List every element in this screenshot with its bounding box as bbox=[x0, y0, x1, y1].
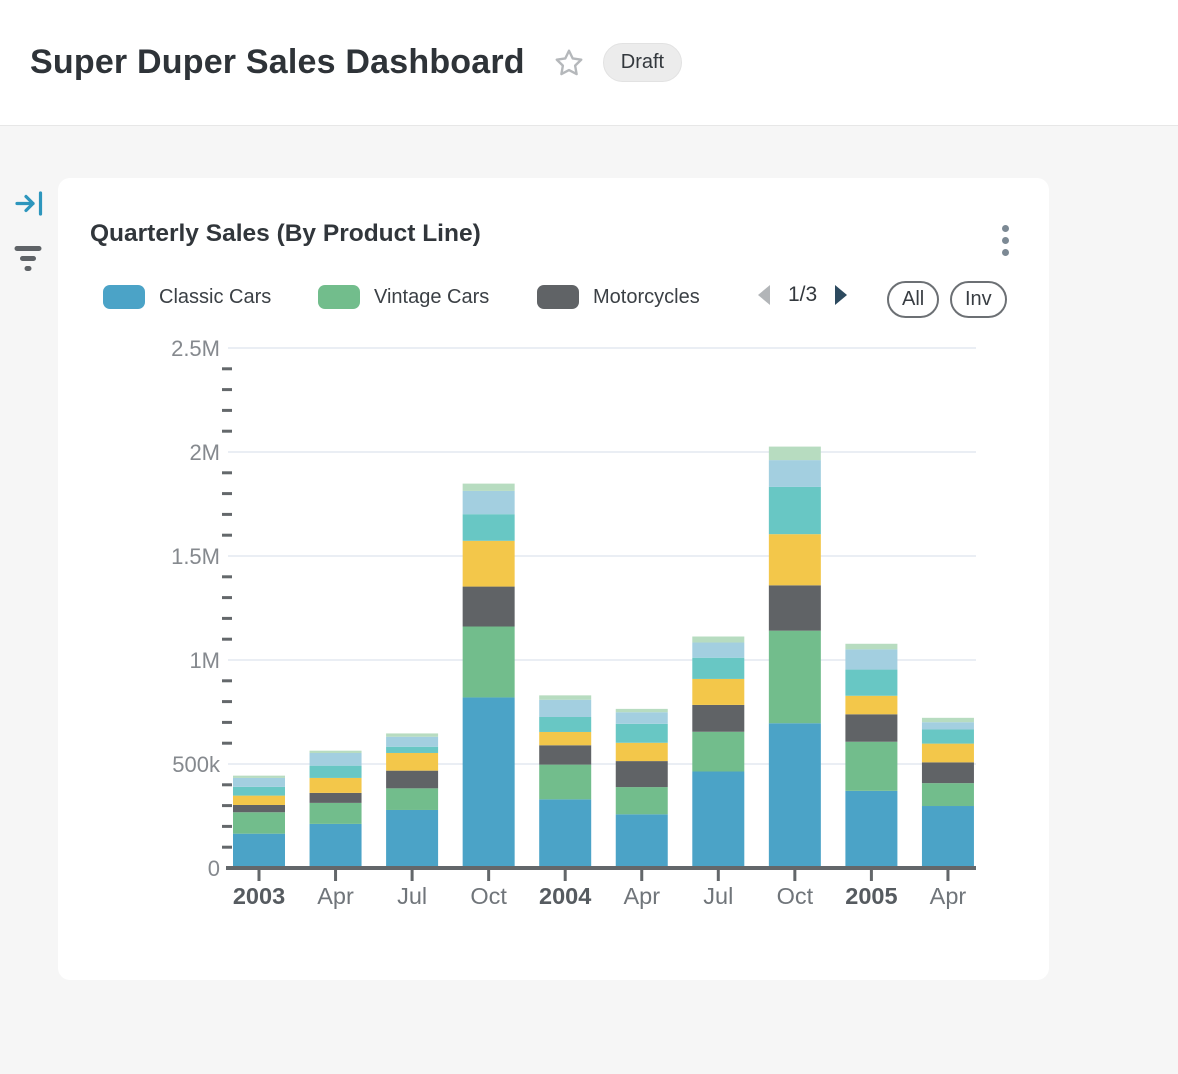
arrow-to-bar-icon bbox=[14, 189, 44, 218]
svg-text:1.5M: 1.5M bbox=[171, 544, 220, 569]
select-all-button[interactable]: All bbox=[887, 281, 939, 318]
star-icon bbox=[553, 47, 585, 79]
svg-text:Oct: Oct bbox=[470, 883, 507, 909]
quarterly-sales-stacked-bar-chart[interactable]: 0 500k 1M 1.5M 2M 2.5M 2003 Apr Jul Oct 2004 Apr Jul… bbox=[158, 328, 998, 928]
kebab-dot bbox=[1002, 249, 1009, 256]
svg-text:2003: 2003 bbox=[233, 883, 285, 909]
kebab-dot bbox=[1002, 225, 1009, 232]
svg-text:500k: 500k bbox=[172, 752, 221, 777]
svg-text:Jul: Jul bbox=[397, 883, 427, 909]
legend-label: Motorcycles bbox=[593, 286, 700, 309]
svg-text:Apr: Apr bbox=[317, 883, 354, 909]
svg-text:0: 0 bbox=[208, 856, 220, 881]
filter-icon bbox=[14, 246, 42, 273]
svg-text:2.5M: 2.5M bbox=[171, 336, 220, 361]
legend-pager: 1/3 bbox=[756, 283, 849, 307]
svg-text:Apr: Apr bbox=[930, 883, 967, 909]
svg-text:Apr: Apr bbox=[623, 883, 660, 909]
legend-swatch bbox=[318, 285, 360, 309]
invert-selection-button[interactable]: Inv bbox=[950, 281, 1007, 318]
kebab-dot bbox=[1002, 237, 1009, 244]
expand-panel-button[interactable] bbox=[14, 189, 44, 223]
card-menu-button[interactable] bbox=[995, 220, 1015, 260]
svg-text:2005: 2005 bbox=[845, 883, 897, 909]
legend-next-button[interactable] bbox=[833, 284, 849, 306]
svg-text:1M: 1M bbox=[189, 648, 220, 673]
svg-text:Oct: Oct bbox=[777, 883, 814, 909]
chart-title: Quarterly Sales (By Product Line) bbox=[90, 220, 481, 248]
chevron-left-icon bbox=[756, 284, 772, 306]
legend-swatch bbox=[103, 285, 145, 309]
status-badge: Draft bbox=[603, 43, 682, 82]
legend-swatch bbox=[537, 285, 579, 309]
chevron-right-icon bbox=[833, 284, 849, 306]
legend-label: Vintage Cars bbox=[374, 286, 489, 309]
legend-item-vintage-cars[interactable]: Vintage Cars bbox=[318, 285, 489, 309]
page-title: Super Duper Sales Dashboard bbox=[30, 43, 525, 82]
favorite-star-button[interactable] bbox=[553, 47, 585, 79]
legend-prev-button[interactable] bbox=[756, 284, 772, 306]
page-header: Super Duper Sales Dashboard Draft bbox=[0, 0, 1178, 126]
legend-item-classic-cars[interactable]: Classic Cars bbox=[103, 285, 271, 309]
svg-text:Jul: Jul bbox=[703, 883, 733, 909]
chart-card: Quarterly Sales (By Product Line) Classi… bbox=[58, 178, 1049, 980]
filter-button[interactable] bbox=[14, 246, 42, 278]
svg-text:2M: 2M bbox=[189, 440, 220, 465]
legend-item-motorcycles[interactable]: Motorcycles bbox=[537, 285, 700, 309]
legend-page-indicator: 1/3 bbox=[788, 283, 817, 307]
legend-label: Classic Cars bbox=[159, 286, 271, 309]
svg-text:2004: 2004 bbox=[539, 883, 591, 909]
